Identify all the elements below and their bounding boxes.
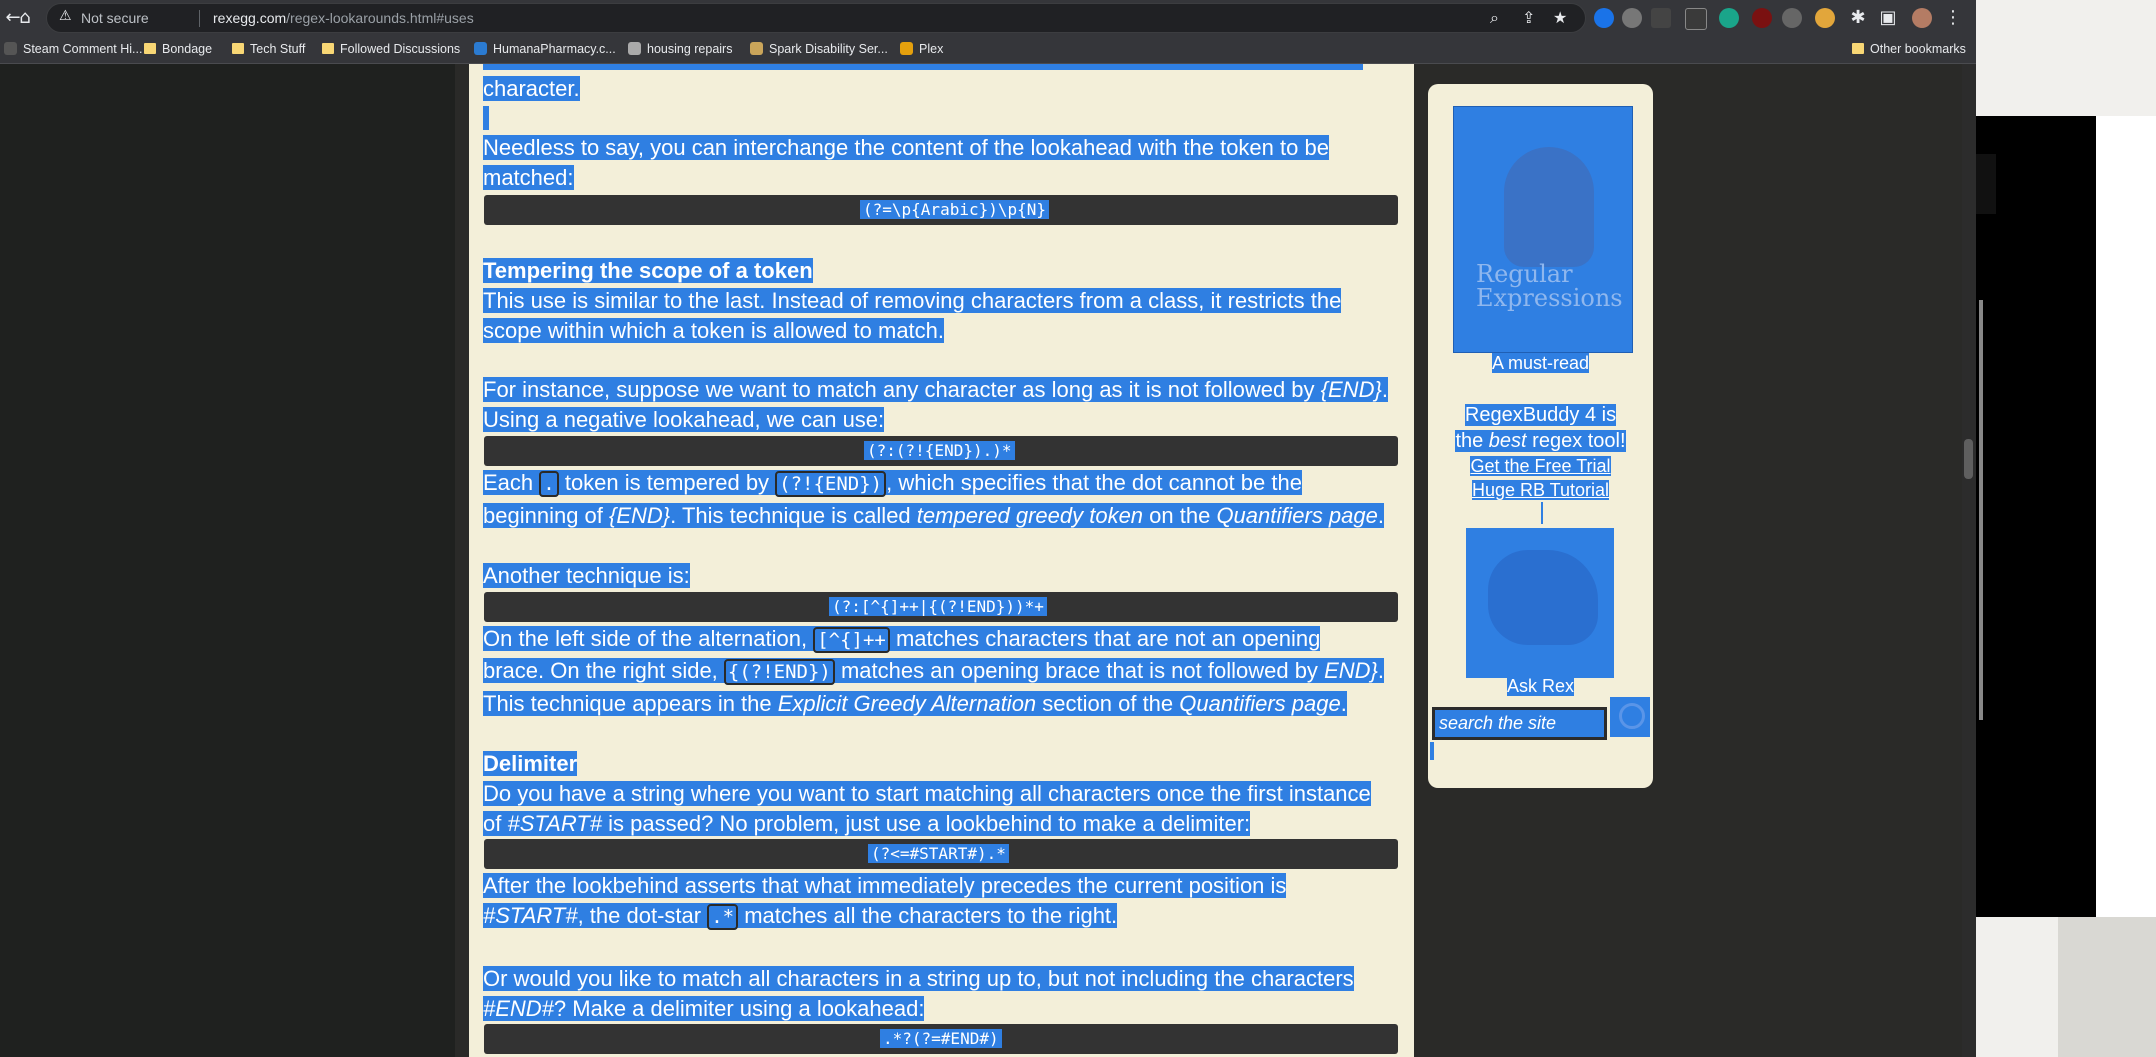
book-title: Regular Expressions	[1476, 260, 1623, 312]
scrollbar-track[interactable]	[1962, 64, 1976, 1057]
extension-7-icon[interactable]	[1782, 8, 1802, 28]
must-read-label: A must-read	[1491, 353, 1590, 373]
text-line: character.	[483, 76, 580, 101]
background-window-corner	[2058, 917, 2156, 1057]
bookmark-item[interactable]: Followed Discussions	[322, 42, 460, 56]
other-bookmarks[interactable]: Other bookmarks	[1852, 42, 1966, 56]
extension-8-icon[interactable]	[1815, 8, 1835, 28]
plex-icon	[900, 42, 913, 55]
paragraph-interchange: matched:	[483, 165, 574, 190]
separator	[199, 10, 200, 27]
content-border	[455, 64, 469, 1057]
paragraph-instance: Using a negative lookahead, we can use:	[483, 407, 885, 432]
selection-caret	[1430, 742, 1434, 760]
bookmark-item[interactable]: Bondage	[144, 42, 212, 56]
search-button[interactable]	[1610, 697, 1650, 737]
menu-icon[interactable]: ⋮	[1942, 7, 1964, 29]
selection-gap	[1541, 502, 1543, 524]
profile-icon[interactable]	[1912, 8, 1932, 28]
zoom-icon[interactable]: ⌕	[1490, 8, 1499, 28]
heading-tempering: Tempering the scope of a token	[483, 258, 813, 283]
folder-icon	[232, 43, 244, 54]
bookmark-item[interactable]: Plex	[900, 42, 943, 56]
warning-icon: ⚠	[59, 8, 72, 24]
spark-icon	[750, 42, 763, 55]
search-icon	[1619, 703, 1645, 729]
paragraph-lookahead: Or would you like to match all character…	[483, 966, 1354, 991]
paragraph-each: Each . token is tempered by (?!{END}), w…	[483, 470, 1302, 497]
security-label: Not secure	[81, 10, 149, 26]
code-block: .*?(?=#END#)	[484, 1024, 1398, 1054]
paragraph-lookbehind: After the lookbehind asserts that what i…	[483, 873, 1287, 898]
bookmark-item[interactable]: housing repairs	[628, 42, 732, 56]
code-block: (?:(?!{END}).)*	[484, 436, 1398, 466]
regexbuddy-promo: the best regex tool!	[1455, 430, 1626, 452]
star-icon[interactable]: ★	[1553, 8, 1567, 27]
background-window-dark-pane	[1976, 116, 2096, 917]
extension-4-icon[interactable]	[1685, 8, 1707, 30]
folder-icon	[1852, 43, 1864, 54]
folder-icon	[322, 43, 334, 54]
code-block: (?<=#START#).*	[484, 839, 1398, 869]
paragraph-lookahead: #END#? Make a delimiter using a lookahea…	[483, 996, 925, 1021]
paragraph-delimiter: Do you have a string where you want to s…	[483, 781, 1371, 806]
extension-1-icon[interactable]	[1594, 8, 1614, 28]
paragraph-tempering: scope within which a token is allowed to…	[483, 318, 945, 343]
paragraph-each: beginning of {END}. This technique is ca…	[483, 503, 1384, 528]
home-icon[interactable]: ⌂	[14, 7, 36, 29]
scrollbar-thumb[interactable]	[1964, 439, 1973, 479]
steam-icon	[4, 42, 17, 55]
code-block: (?=\p{Arabic})\p{N}	[484, 195, 1398, 225]
folder-icon	[144, 43, 156, 54]
ask-rex-label[interactable]: Ask Rex	[1428, 676, 1653, 697]
bookmark-item[interactable]: Steam Comment Hi...	[4, 42, 142, 56]
url-text[interactable]: rexegg.com/regex-lookarounds.html#uses	[213, 10, 474, 26]
paragraph-interchange: Needless to say, you can interchange the…	[483, 135, 1329, 160]
bookmark-item[interactable]: HumanaPharmacy.c...	[474, 42, 616, 56]
code-block: (?:[^{]++|{(?!END}))*+	[484, 592, 1398, 622]
sidepanel-icon[interactable]: ▣	[1877, 7, 1899, 29]
share-icon[interactable]: ⇪	[1522, 8, 1535, 27]
dinosaur-illustration	[1488, 550, 1598, 645]
bookmark-item[interactable]: Tech Stuff	[232, 42, 305, 56]
background-window-scrollbar	[1979, 300, 1983, 720]
paragraph-instance: For instance, suppose we want to match a…	[483, 377, 1388, 402]
ask-rex-image[interactable]	[1466, 528, 1614, 678]
free-trial-link[interactable]: Get the Free Trial	[1428, 456, 1653, 477]
bookmark-item[interactable]: Spark Disability Ser...	[750, 42, 888, 56]
humana-icon	[474, 42, 487, 55]
heading-delimiter: Delimiter	[483, 751, 578, 776]
paragraph-alternation: This technique appears in the Explicit G…	[483, 691, 1347, 716]
book-cover-image[interactable]: Regular Expressions	[1453, 106, 1633, 353]
browser-toolbar: ← ⌂ ⚠ Not secure rexegg.com/regex-lookar…	[0, 0, 1976, 36]
left-margin	[0, 64, 455, 1057]
address-bar[interactable]: ⚠ Not secure rexegg.com/regex-lookaround…	[46, 3, 1586, 33]
regexbuddy-promo: RegexBuddy 4 is	[1464, 404, 1617, 426]
extension-2-icon[interactable]	[1622, 8, 1642, 28]
paragraph-delimiter: of #START# is passed? No problem, just u…	[483, 811, 1251, 836]
selection-gap	[483, 106, 489, 130]
bookmarks-bar: Steam Comment Hi... Bondage Tech Stuff F…	[0, 36, 1976, 64]
background-window-control	[1976, 154, 1996, 214]
extension-5-icon[interactable]	[1719, 8, 1739, 28]
rb-tutorial-link[interactable]: Huge RB Tutorial	[1428, 480, 1653, 501]
extensions-icon[interactable]: ✱	[1847, 7, 1869, 29]
search-input[interactable]: search the site	[1432, 707, 1607, 740]
housing-icon	[628, 42, 641, 55]
paragraph-alternation: On the left side of the alternation, [^{…	[483, 626, 1321, 653]
extension-6-icon[interactable]	[1752, 8, 1772, 28]
paragraph-lookbehind: #START#, the dot-star .* matches all the…	[483, 903, 1118, 930]
paragraph-alternation: brace. On the right side, {(?!END}) matc…	[483, 658, 1384, 685]
background-window-light-pane	[2096, 116, 2156, 917]
selection-top	[483, 64, 1363, 70]
owl-illustration	[1504, 147, 1594, 267]
paragraph-tempering: This use is similar to the last. Instead…	[483, 288, 1342, 313]
extension-3-icon[interactable]	[1651, 8, 1671, 28]
paragraph-another: Another technique is:	[483, 563, 690, 588]
